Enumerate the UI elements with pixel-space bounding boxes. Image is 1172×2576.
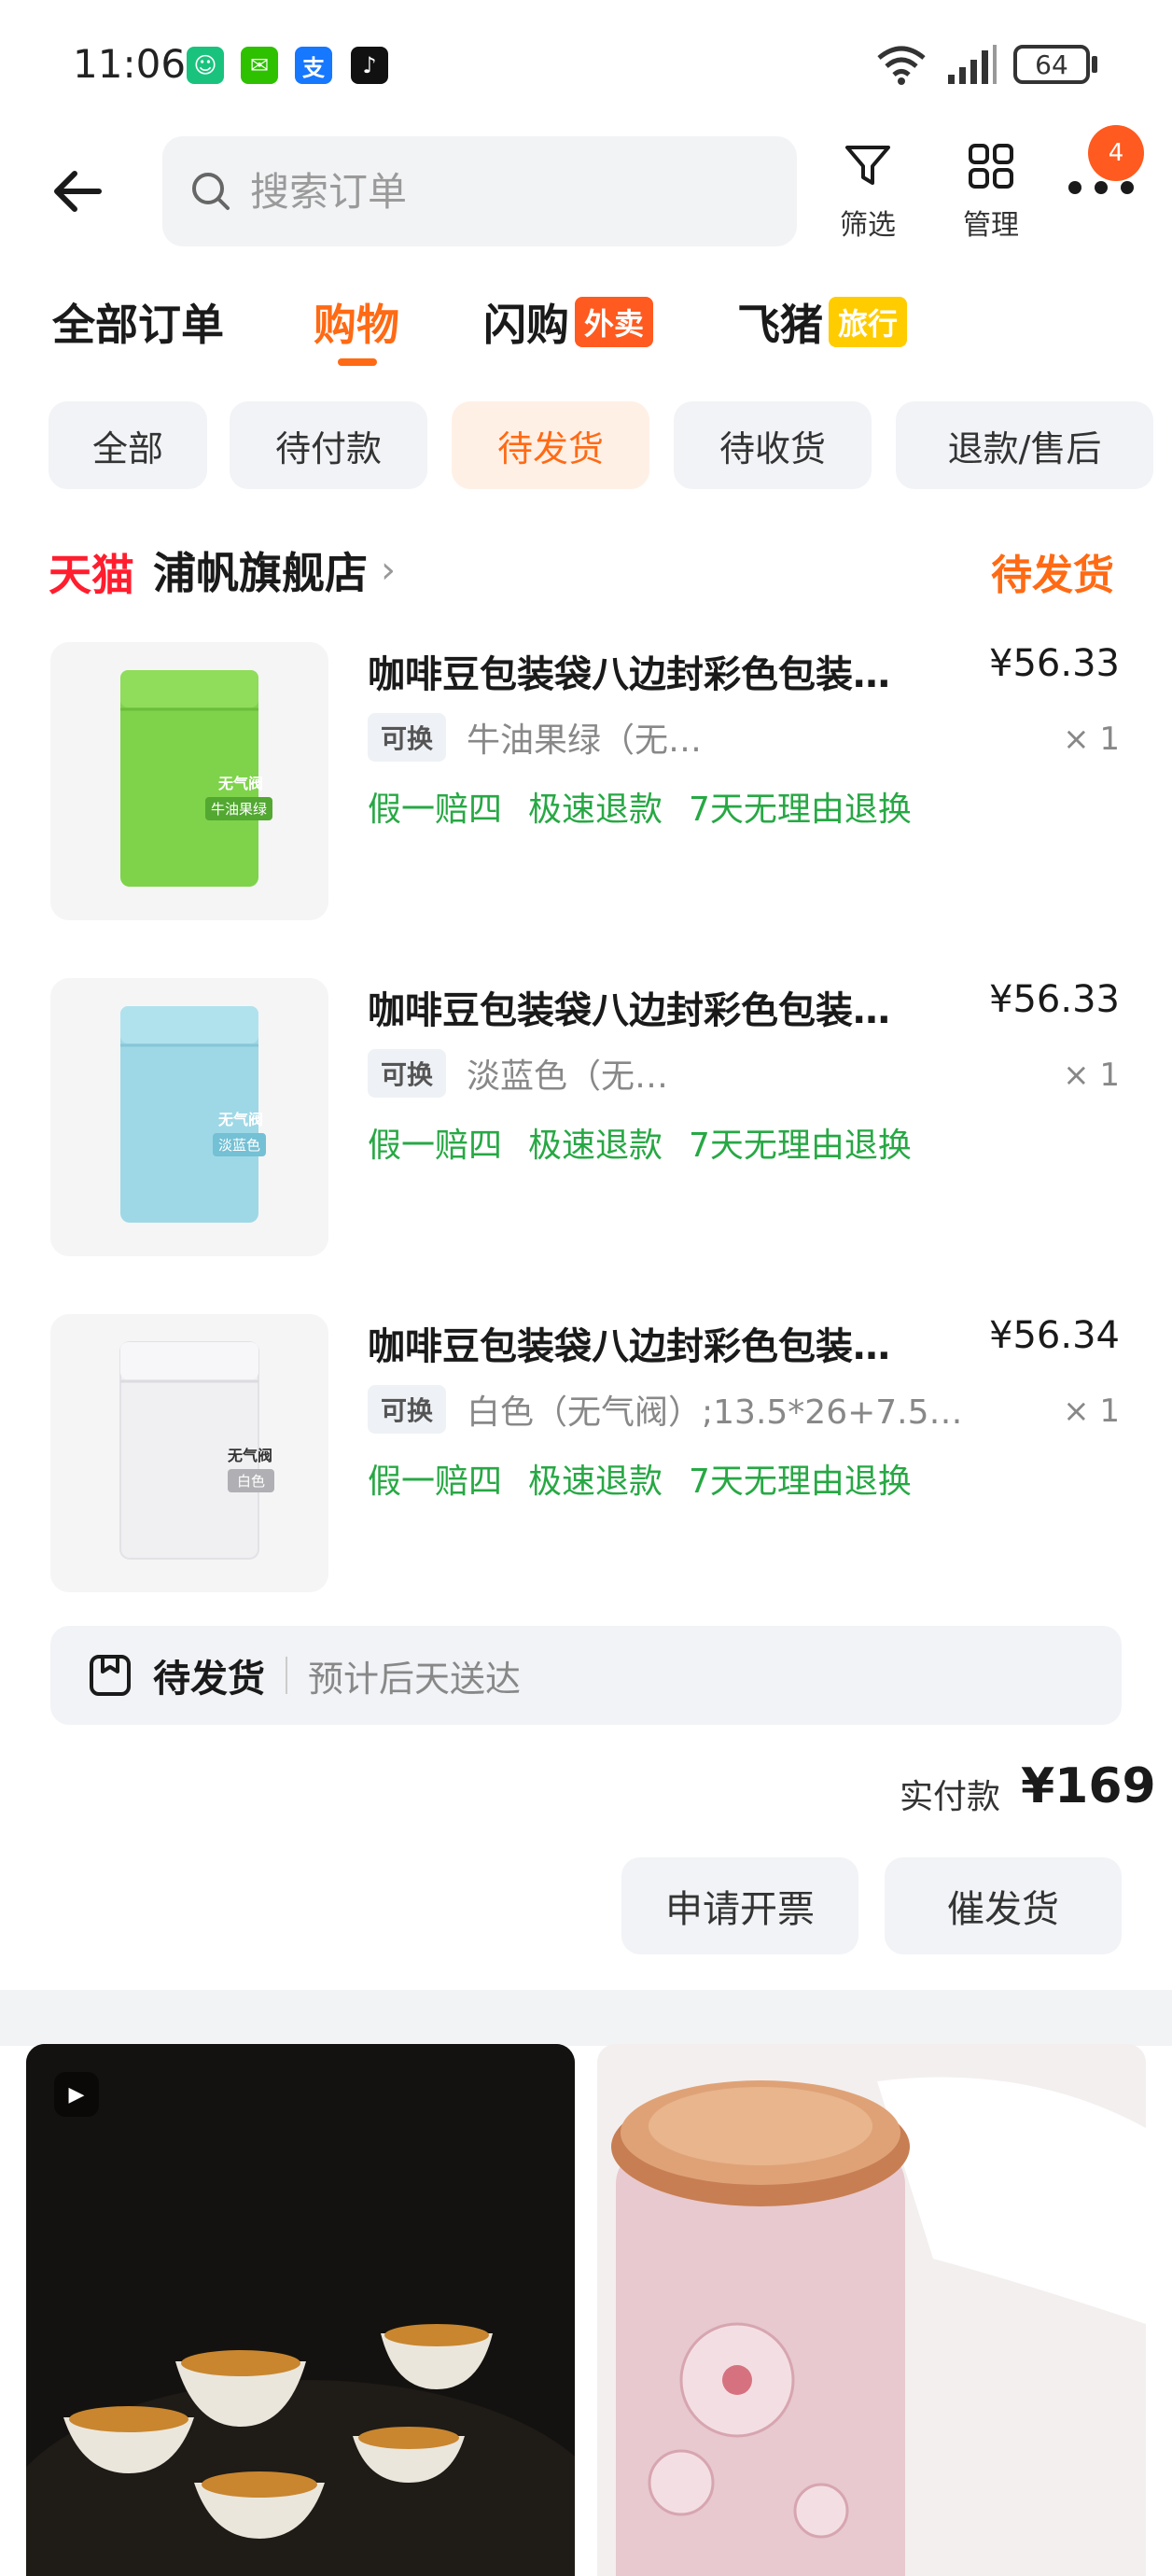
signal-icon bbox=[948, 45, 997, 84]
recommendation-card[interactable] bbox=[597, 2044, 1146, 2576]
service-tag: 7天无理由退换 bbox=[689, 1463, 912, 1501]
active-tab-indicator bbox=[338, 358, 377, 366]
tab-fliggy[interactable]: 飞猪 旅行 bbox=[737, 291, 908, 353]
service-tag: 极速退款 bbox=[528, 1127, 663, 1165]
item-price: ¥56.33 bbox=[989, 642, 1120, 685]
manage-button[interactable]: 管理 bbox=[944, 140, 1038, 243]
item-services: 假一赔四 极速退款 7天无理由退换 bbox=[368, 782, 938, 831]
tea-cups-image bbox=[26, 2044, 575, 2576]
item-services: 假一赔四 极速退款 7天无理由退换 bbox=[368, 1454, 938, 1503]
product-thumbnail[interactable]: 无气阀 白色 bbox=[50, 1314, 328, 1592]
wifi-icon bbox=[877, 46, 926, 85]
item-price: ¥56.34 bbox=[989, 1314, 1120, 1357]
urge-shipment-button[interactable]: 催发货 bbox=[885, 1857, 1122, 1954]
filter-chip-all[interactable]: 全部 bbox=[49, 401, 207, 489]
filter-chip-unpaid[interactable]: 待付款 bbox=[230, 401, 427, 489]
section-divider bbox=[0, 1990, 1172, 2046]
filter-chip-to-receive[interactable]: 待收货 bbox=[674, 401, 872, 489]
total-label: 实付款 bbox=[900, 1778, 1001, 1816]
service-tag: 7天无理由退换 bbox=[689, 791, 912, 829]
filter-chip-refund[interactable]: 退款/售后 bbox=[896, 401, 1153, 489]
wechat-icon: ✉ bbox=[241, 47, 278, 84]
item-qty: × 1 bbox=[1063, 1393, 1120, 1430]
search-icon bbox=[192, 173, 230, 210]
exchangeable-tag: 可换 bbox=[368, 713, 447, 762]
sku-text: 牛油果绿（无… bbox=[467, 721, 703, 760]
service-tag: 极速退款 bbox=[528, 1463, 663, 1501]
item-price: ¥56.33 bbox=[989, 978, 1120, 1021]
tab-flash-buy[interactable]: 闪购 外卖 bbox=[483, 291, 654, 353]
filter-icon bbox=[845, 146, 890, 185]
status-time: 11:06 bbox=[73, 41, 187, 87]
tab-shopping[interactable]: 购物 bbox=[314, 291, 399, 353]
notification-badge: 4 bbox=[1088, 125, 1144, 181]
service-tag: 假一赔四 bbox=[368, 1127, 503, 1165]
divider bbox=[286, 1657, 287, 1694]
thumb-color-label: 牛油果绿 bbox=[205, 797, 273, 820]
travel-tag: 旅行 bbox=[829, 297, 908, 347]
store-name: 浦帆旗舰店 bbox=[153, 548, 368, 598]
exchangeable-tag: 可换 bbox=[368, 1049, 447, 1098]
order-status: 待发货 bbox=[991, 552, 1114, 599]
service-tag: 极速退款 bbox=[528, 791, 663, 829]
total-amount: ¥169 bbox=[1021, 1758, 1156, 1814]
thumb-color-label: 白色 bbox=[228, 1469, 275, 1492]
recommendation-card[interactable]: ▶ bbox=[26, 2044, 575, 2576]
chevron-right-icon: › bbox=[381, 549, 396, 592]
alipay-icon: 支 bbox=[295, 47, 332, 84]
service-tag: 假一赔四 bbox=[368, 1463, 503, 1501]
search-bar[interactable] bbox=[162, 136, 797, 246]
video-play-icon[interactable]: ▶ bbox=[54, 2072, 99, 2117]
item-title[interactable]: 咖啡豆包装袋八边封彩色包装… bbox=[368, 644, 946, 698]
product-thumbnail[interactable]: 无气阀 淡蓝色 bbox=[50, 978, 328, 1256]
service-tag: 假一赔四 bbox=[368, 791, 503, 829]
item-services: 假一赔四 极速退款 7天无理由退换 bbox=[368, 1118, 938, 1167]
item-sku: 可换 淡蓝色（无… bbox=[368, 1049, 984, 1098]
tea-canister-image bbox=[597, 2044, 1146, 2576]
item-title[interactable]: 咖啡豆包装袋八边封彩色包装… bbox=[368, 980, 946, 1034]
delivery-title: 待发货 bbox=[153, 1658, 265, 1701]
thumb-label: 无气阀 bbox=[228, 1447, 273, 1464]
battery-cap bbox=[1092, 56, 1097, 73]
exchangeable-tag: 可换 bbox=[368, 1385, 447, 1434]
thumb-label: 无气阀 bbox=[218, 1111, 264, 1128]
app-icon-1: ☺ bbox=[187, 47, 224, 84]
battery-indicator: 64 bbox=[1013, 45, 1090, 84]
request-invoice-button[interactable]: 申请开票 bbox=[621, 1857, 858, 1954]
store-link[interactable]: 浦帆旗舰店 › bbox=[153, 539, 396, 601]
tab-label: 购物 bbox=[314, 300, 399, 350]
item-qty: × 1 bbox=[1063, 1057, 1120, 1094]
filter-label: 筛选 bbox=[840, 209, 896, 242]
delivery-status-bar[interactable]: 待发货 预计后天送达 bbox=[50, 1626, 1122, 1725]
sku-text: 白色（无气阀）;13.5*26+7.5… bbox=[467, 1393, 963, 1432]
tiktok-icon: ♪ bbox=[351, 47, 388, 84]
item-title[interactable]: 咖啡豆包装袋八边封彩色包装… bbox=[368, 1316, 946, 1370]
grid-icon bbox=[969, 144, 1013, 189]
tab-label: 全部订单 bbox=[52, 300, 224, 350]
item-sku: 可换 牛油果绿（无… bbox=[368, 713, 984, 762]
tmall-logo: 天猫 bbox=[49, 550, 134, 600]
service-tag: 7天无理由退换 bbox=[689, 1127, 912, 1165]
search-input[interactable] bbox=[250, 168, 773, 215]
package-icon bbox=[90, 1655, 131, 1696]
tab-label: 飞猪 bbox=[737, 300, 823, 350]
sku-text: 淡蓝色（无… bbox=[467, 1057, 669, 1096]
item-sku: 可换 白色（无气阀）;13.5*26+7.5… bbox=[368, 1385, 984, 1434]
product-thumbnail[interactable]: 无气阀 牛油果绿 bbox=[50, 642, 328, 920]
tab-all-orders[interactable]: 全部订单 bbox=[52, 291, 224, 353]
delivery-estimate: 预计后天送达 bbox=[308, 1658, 522, 1700]
item-qty: × 1 bbox=[1063, 721, 1120, 758]
filter-button[interactable]: 筛选 bbox=[821, 140, 914, 243]
takeout-tag: 外卖 bbox=[575, 297, 654, 347]
thumb-label: 无气阀 bbox=[218, 775, 264, 792]
tab-label: 闪购 bbox=[483, 300, 569, 350]
back-arrow-icon[interactable] bbox=[47, 159, 112, 224]
manage-label: 管理 bbox=[963, 209, 1019, 242]
filter-chip-to-ship[interactable]: 待发货 bbox=[452, 401, 649, 489]
thumb-color-label: 淡蓝色 bbox=[213, 1133, 267, 1156]
